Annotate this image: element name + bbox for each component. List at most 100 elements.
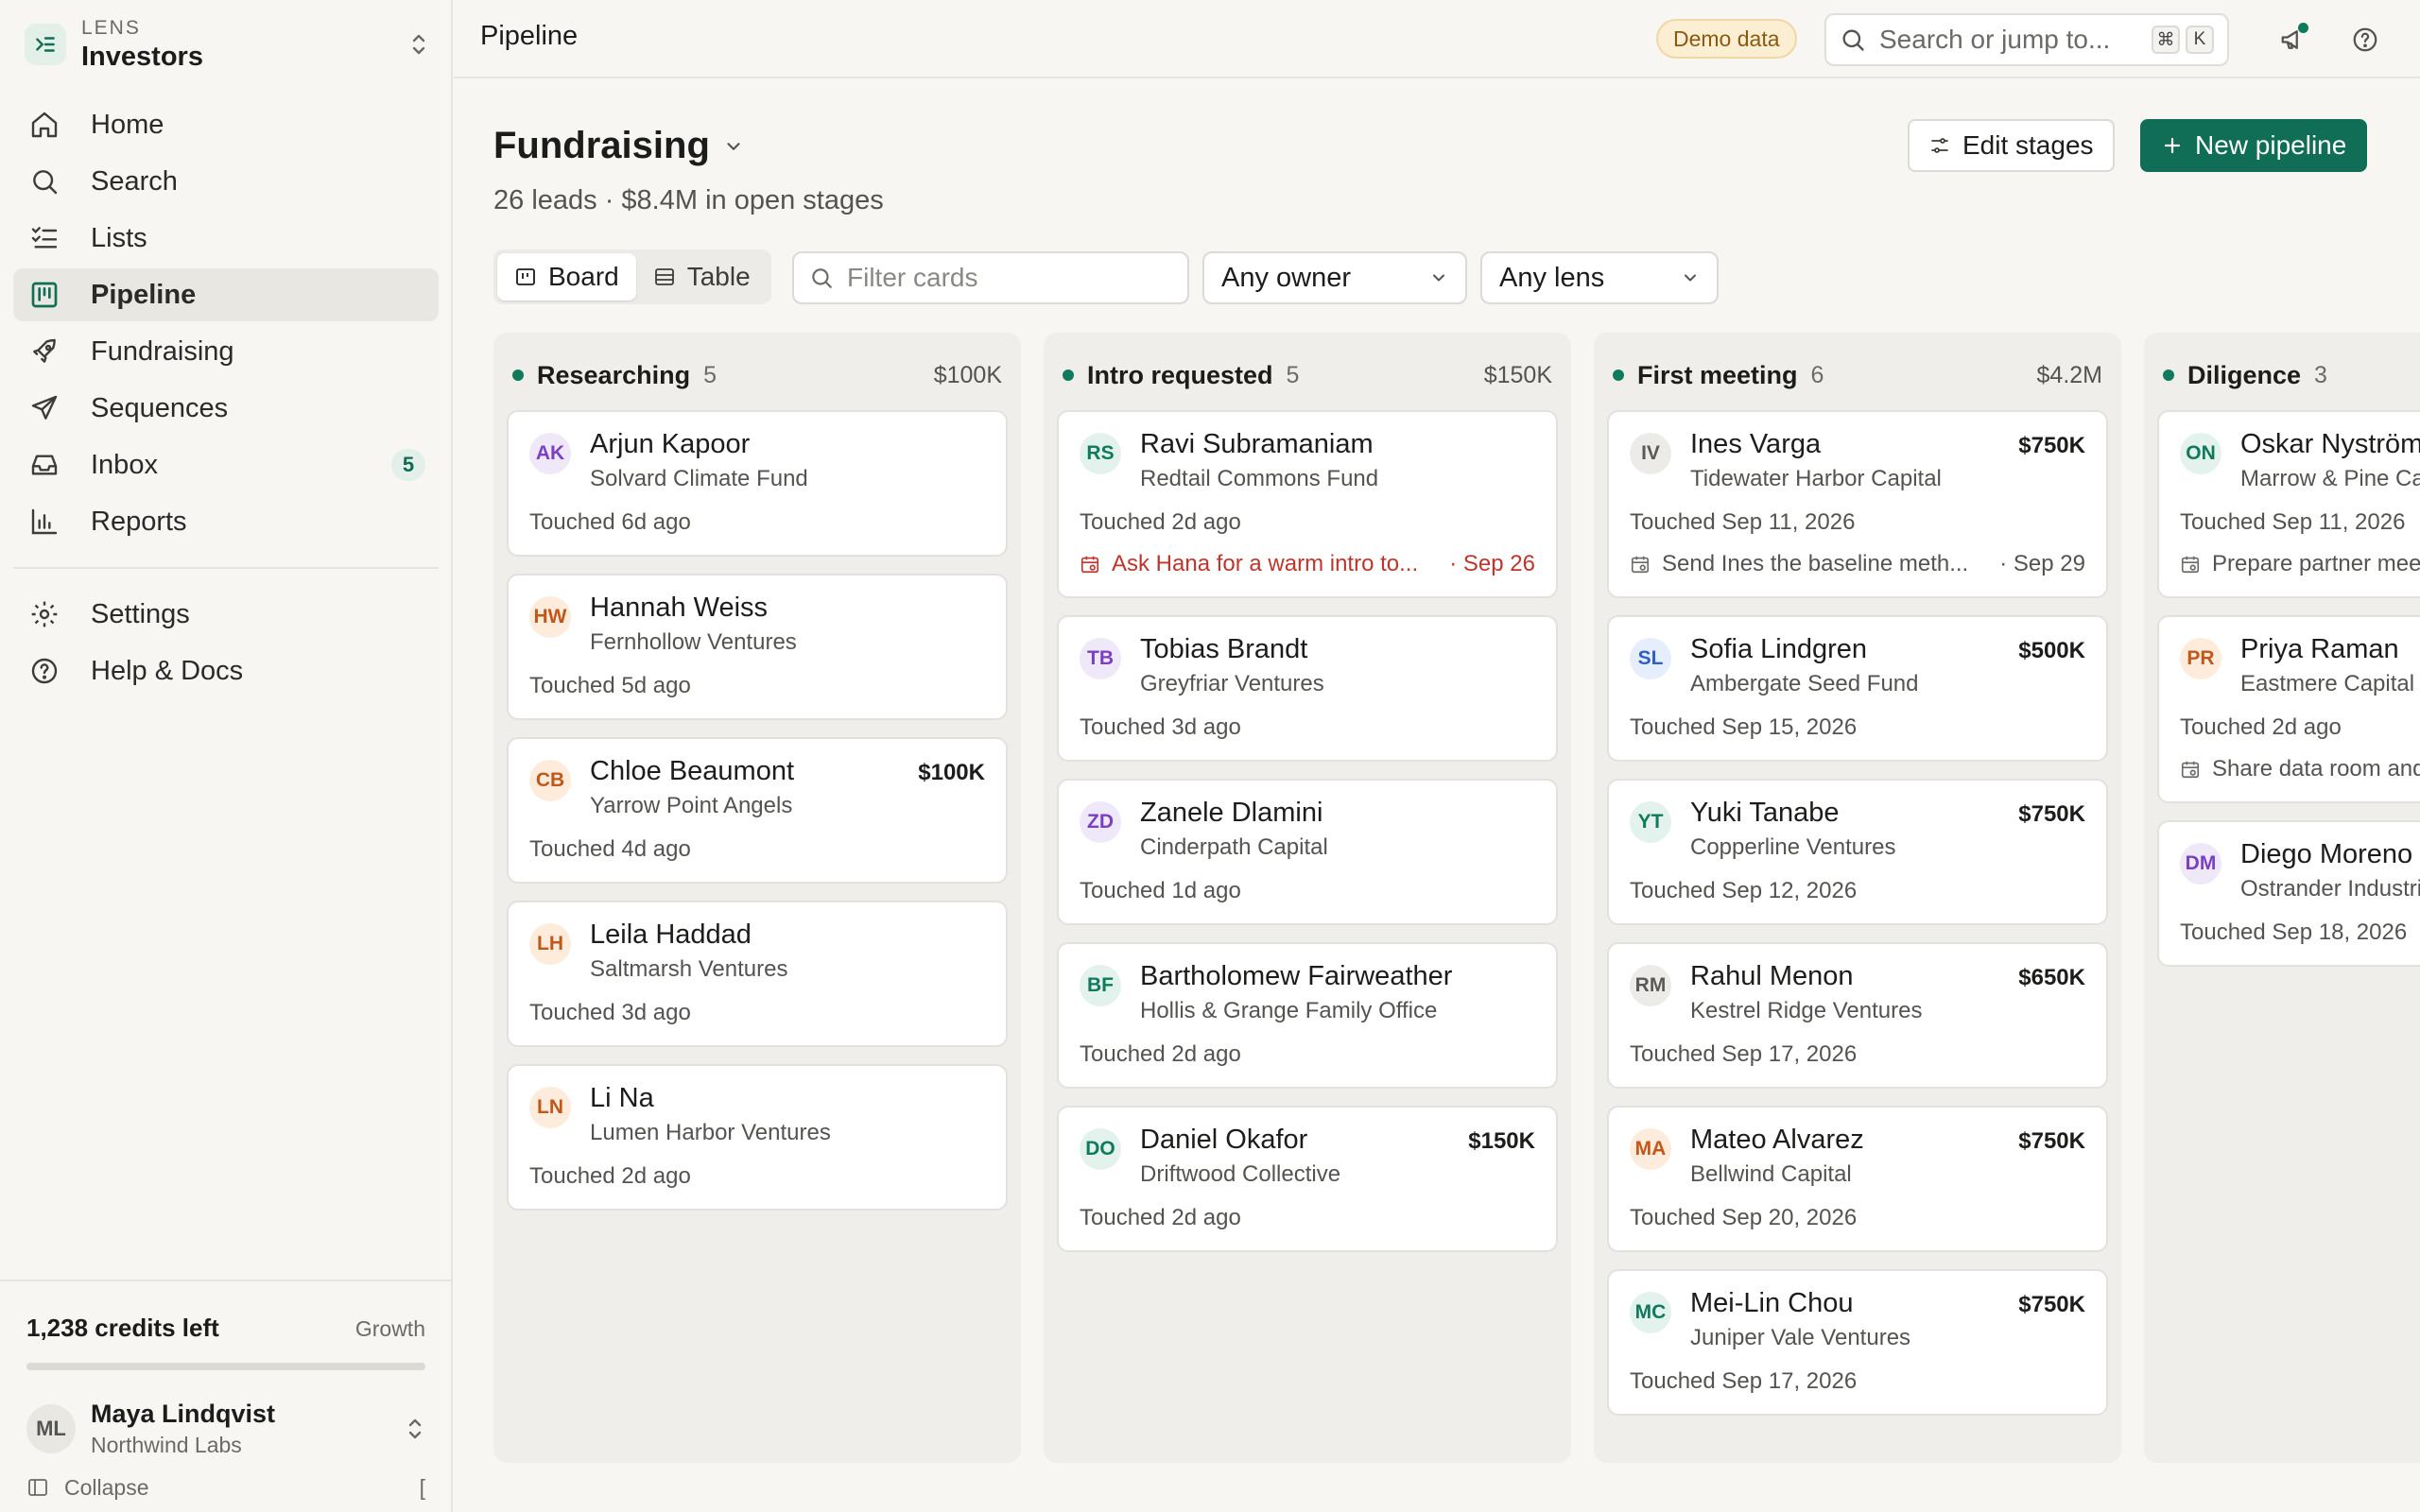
stage-header[interactable]: Researching 5 $100K <box>507 355 1008 395</box>
lead-firm: Cinderpath Capital <box>1140 834 1328 860</box>
view-toggle: Board Table <box>493 249 771 304</box>
nav-item-settings[interactable]: Settings <box>13 588 439 641</box>
lead-card[interactable]: ZD Zanele Dlamini Cinderpath Capital Touche… <box>1057 779 1558 925</box>
lead-card[interactable]: CB Chloe Beaumont Yarrow Point Angels $100K… <box>507 737 1008 884</box>
avatar: LH <box>529 923 571 965</box>
credits-count: 1,238 credits left <box>26 1314 219 1342</box>
pipeline-icon <box>28 279 60 311</box>
lead-card[interactable]: MC Mei-Lin Chou Juniper Vale Ventures $750K… <box>1607 1269 2108 1416</box>
avatar: RM <box>1630 965 1671 1006</box>
avatar: RS <box>1080 433 1121 474</box>
stage-header[interactable]: Diligence 3 <box>2157 355 2420 395</box>
lead-card[interactable]: LN Li Na Lumen Harbor Ventures Touched 2d a… <box>507 1064 1008 1211</box>
board-icon <box>514 266 537 288</box>
lead-name: Li Na <box>590 1083 654 1113</box>
lead-firm: Solvard Climate Fund <box>590 466 808 491</box>
nav-item-fundraising[interactable]: Fundraising <box>13 325 439 378</box>
board-label: Board <box>548 262 619 291</box>
lead-card[interactable]: LH Leila Haddad Saltmarsh Ventures Touched … <box>507 901 1008 1047</box>
next-task[interactable]: Prepare partner meeting notes <box>2180 551 2420 577</box>
lead-name: Daniel Okafor <box>1140 1125 1308 1155</box>
lens-logo-icon <box>25 24 66 65</box>
pipeline-switcher[interactable]: Fundraising <box>493 125 744 167</box>
lead-name: Hannah Weiss <box>590 593 769 623</box>
lead-amount: $750K <box>2018 433 2085 458</box>
stage-status-dot <box>1063 369 1074 381</box>
task-text: Send Ines the baseline meth... <box>1662 551 1969 576</box>
edit-stages-button[interactable]: Edit stages <box>1908 119 2115 172</box>
search-placeholder: Search or jump to... <box>1879 25 2111 54</box>
lead-amount: $750K <box>2018 1292 2085 1317</box>
lead-card[interactable]: PR Priya Raman Eastmere Capital Touched 2d … <box>2157 615 2420 803</box>
lead-card[interactable]: SL Sofia Lindgren Ambergate Seed Fund $500K… <box>1607 615 2108 762</box>
lead-firm: Redtail Commons Fund <box>1140 466 1379 491</box>
avatar: YT <box>1630 801 1671 843</box>
nav-label: Pipeline <box>91 279 197 310</box>
nav-item-search[interactable]: Search <box>13 155 439 208</box>
stage-column: First meeting 6 $4.2M IV Ines Varga Tidewater… <box>1594 333 2121 1463</box>
lead-amount: $750K <box>2018 801 2085 827</box>
next-task[interactable]: Send Ines the baseline meth... · Sep 29 <box>1630 551 2085 577</box>
lead-card[interactable]: AK Arjun Kapoor Solvard Climate Fund Touche… <box>507 410 1008 557</box>
pipeline-main: Fundraising 26 leads · $8.4M in open sta… <box>454 79 2420 1512</box>
announcements-button[interactable] <box>2274 21 2312 59</box>
last-touched: Touched Sep 11, 2026 <box>2180 509 2406 535</box>
user-org: Northwind Labs <box>91 1433 242 1457</box>
avatar: BF <box>1080 965 1121 1006</box>
lead-card[interactable]: IV Ines Varga Tidewater Harbor Capital $750… <box>1607 410 2108 598</box>
table-view-button[interactable]: Table <box>636 253 768 301</box>
collapse-sidebar-button[interactable]: Collapse [ <box>26 1470 425 1504</box>
nav-item-home[interactable]: Home <box>13 98 439 151</box>
lead-card[interactable]: TB Tobias Brandt Greyfriar Ventures Touched… <box>1057 615 1558 762</box>
lead-card[interactable]: MA Mateo Alvarez Bellwind Capital $750K Touc… <box>1607 1106 2108 1252</box>
stage-name: Researching <box>537 360 691 389</box>
lead-card[interactable]: DM Diego Moreno Ostrander Industries Touche… <box>2157 820 2420 967</box>
lead-amount: $650K <box>2018 965 2085 990</box>
nav-item-pipeline[interactable]: Pipeline <box>13 268 439 321</box>
avatar: LN <box>529 1087 571 1128</box>
task-due-date: · Sep 26 <box>1449 551 1535 576</box>
nav-item-help[interactable]: Help & Docs <box>13 644 439 697</box>
sidebar-footer: 1,238 credits left Growth ML Maya Lindqv… <box>0 1280 453 1512</box>
next-task[interactable]: Ask Hana for a warm intro to... · Sep 26 <box>1080 551 1535 577</box>
owner-select[interactable]: Any owner <box>1202 251 1467 304</box>
search-icon <box>1840 26 1866 53</box>
lens-select[interactable]: Any lens <box>1480 251 1719 304</box>
lead-name: Arjun Kapoor <box>590 429 751 459</box>
new-pipeline-button[interactable]: New pipeline <box>2140 119 2368 172</box>
global-search-input[interactable]: Search or jump to... ⌘ K <box>1824 13 2229 66</box>
lead-card[interactable]: BF Bartholomew Fairweather Hollis & Grange… <box>1057 942 1558 1089</box>
calendar-clock-icon <box>1080 554 1100 575</box>
lead-card[interactable]: HW Hannah Weiss Fernhollow Ventures Touched… <box>507 574 1008 720</box>
lead-card[interactable]: DO Daniel Okafor Driftwood Collective $150K… <box>1057 1106 1558 1252</box>
workspace-switcher[interactable]: LENS Investors <box>25 13 429 76</box>
user-menu[interactable]: ML Maya Lindqvist Northwind Labs <box>26 1391 425 1467</box>
lead-firm: Yarrow Point Angels <box>590 793 793 818</box>
nav-item-sequences[interactable]: Sequences <box>13 382 439 435</box>
filter-cards-input[interactable]: Filter cards <box>792 251 1189 304</box>
lead-name: Mateo Alvarez <box>1690 1125 1864 1155</box>
last-touched: Touched Sep 20, 2026 <box>1630 1205 1858 1230</box>
board-view-button[interactable]: Board <box>497 253 636 301</box>
lead-card[interactable]: YT Yuki Tanabe Copperline Ventures $750K Tou… <box>1607 779 2108 925</box>
lead-card[interactable]: ON Oskar Nyström Marrow & Pine Capital Touc… <box>2157 410 2420 598</box>
avatar: ML <box>26 1404 76 1453</box>
home-icon <box>28 109 60 141</box>
collapse-label: Collapse <box>64 1474 149 1500</box>
stage-header[interactable]: First meeting 6 $4.2M <box>1607 355 2108 395</box>
nav-item-inbox[interactable]: Inbox 5 <box>13 438 439 491</box>
demo-data-badge: Demo data <box>1656 19 1797 59</box>
sidebar: LENS Investors Home Search Lists Pipelin… <box>0 0 453 1512</box>
next-task[interactable]: Share data room and memo <box>2180 756 2420 782</box>
table-label: Table <box>686 262 751 291</box>
nav-item-reports[interactable]: Reports <box>13 495 439 548</box>
lead-card[interactable]: RM Rahul Menon Kestrel Ridge Ventures $650K… <box>1607 942 2108 1089</box>
lead-name: Yuki Tanabe <box>1690 798 1840 828</box>
stage-header[interactable]: Intro requested 5 $150K <box>1057 355 1558 395</box>
nav-item-lists[interactable]: Lists <box>13 212 439 265</box>
lead-card[interactable]: RS Ravi Subramaniam Redtail Commons Fund To… <box>1057 410 1558 598</box>
help-button[interactable] <box>2346 21 2384 59</box>
nav-label: Lists <box>91 222 147 253</box>
plus-icon <box>2161 134 2184 157</box>
lead-firm: Copperline Ventures <box>1690 834 1896 860</box>
